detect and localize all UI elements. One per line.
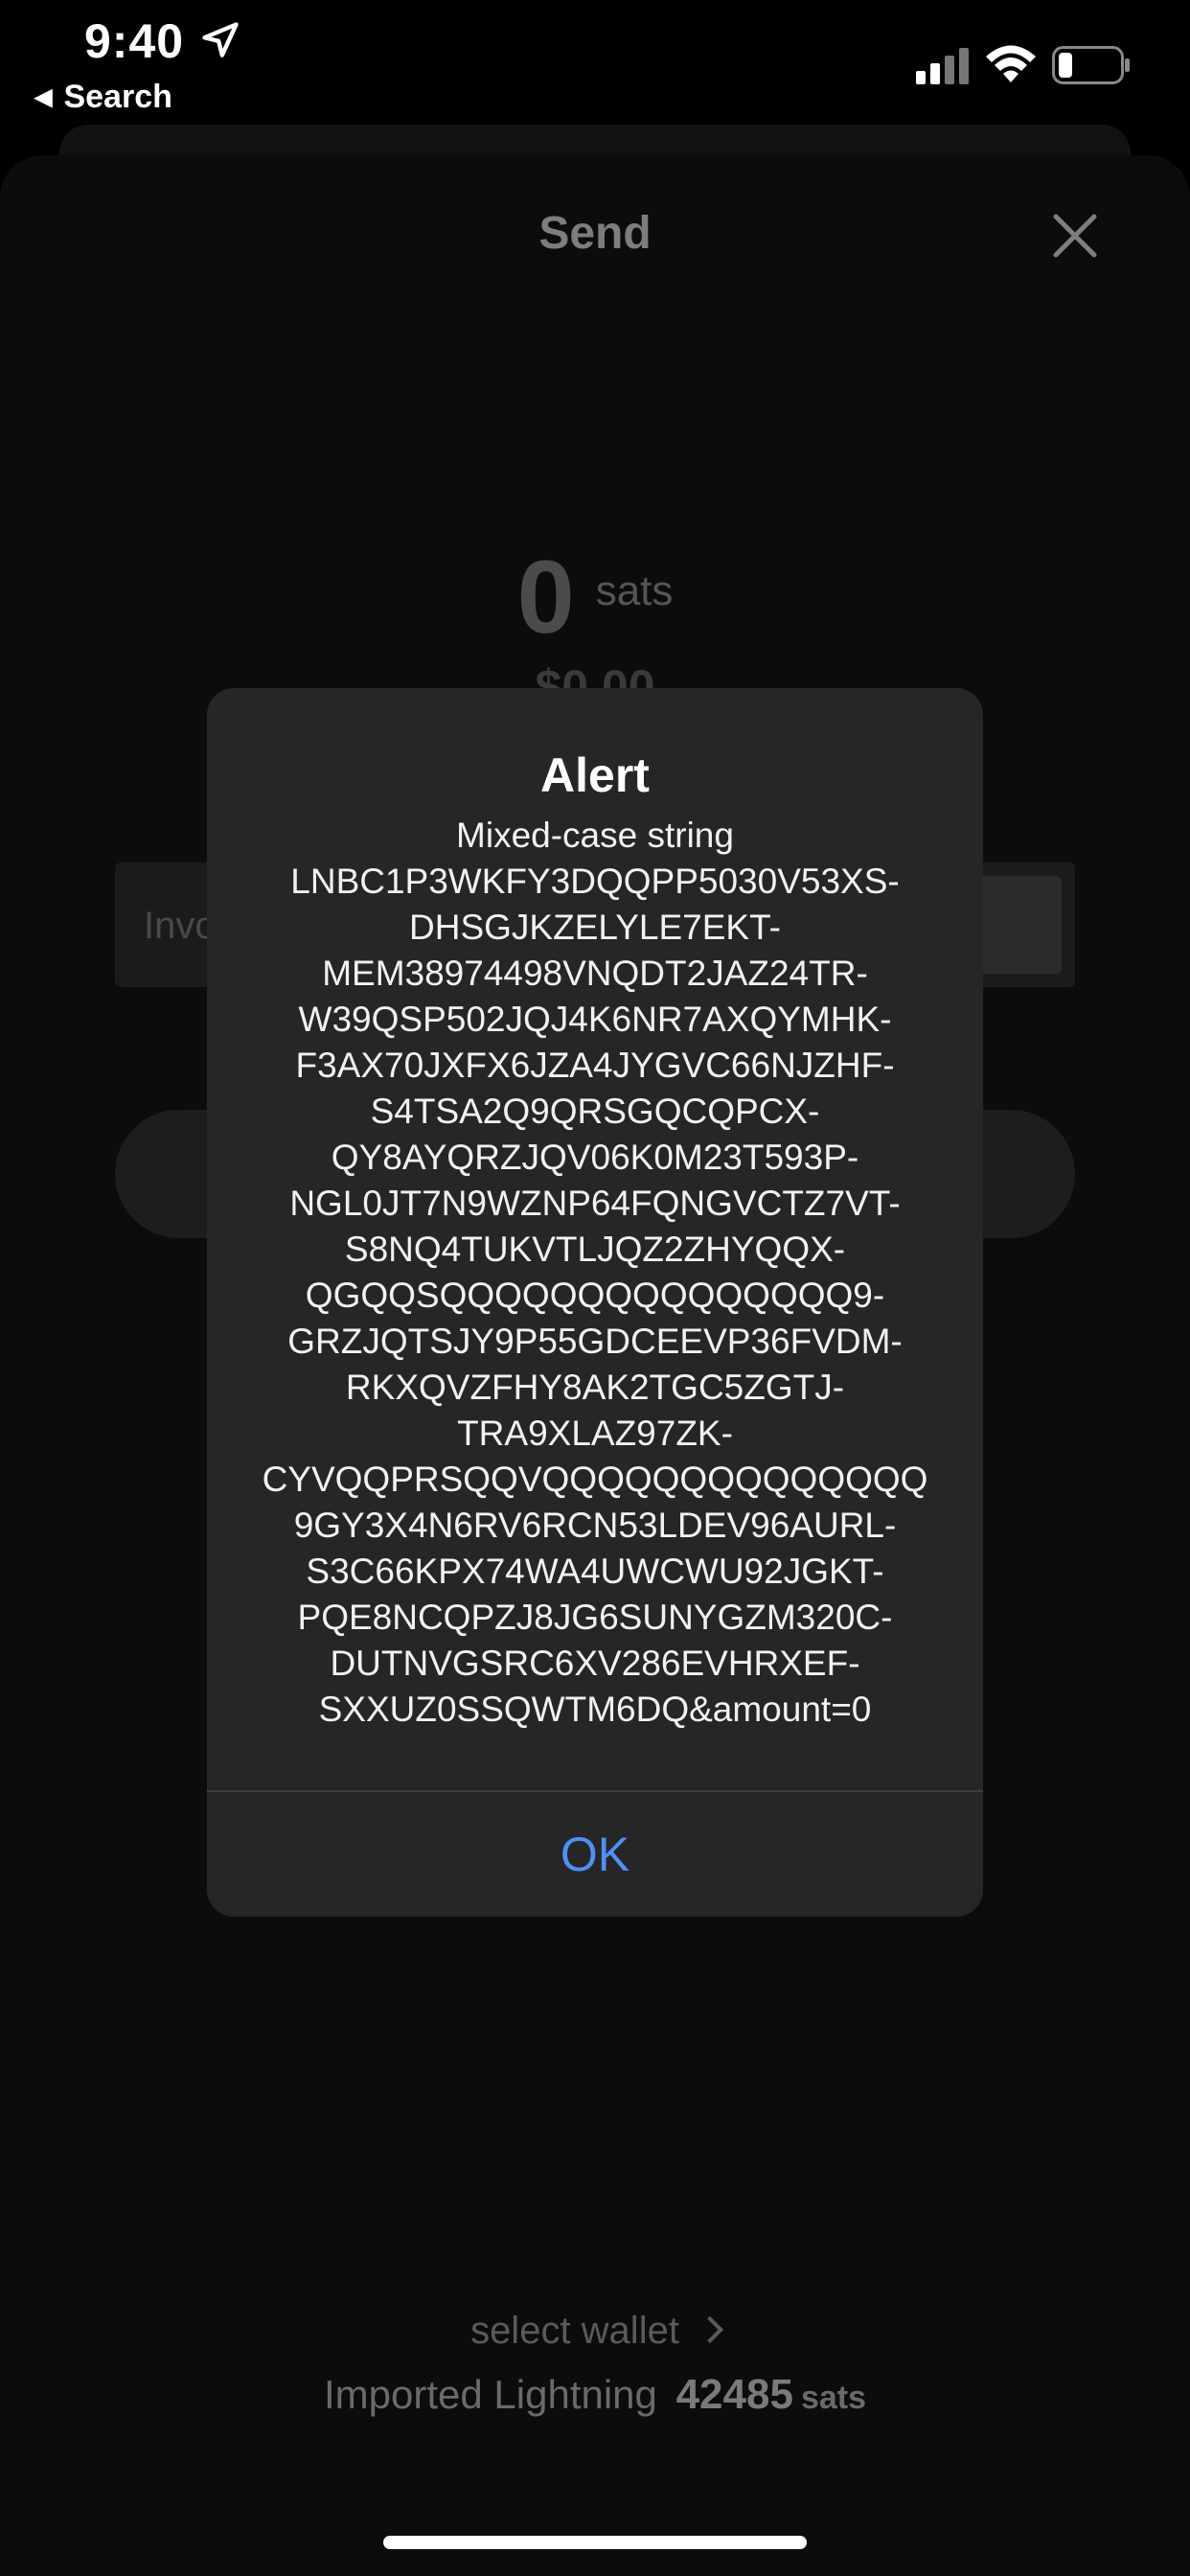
wallet-balance: 42485 [675,2371,793,2418]
alert-message-line: Mixed-case string [456,816,734,855]
page-title: Send [538,208,652,259]
wallet-info: Imported Lightning 42485 sats [0,2371,1190,2419]
alert-message-line: PQE8NCQPZJ8JG6SUNYGZM320C- [297,1598,893,1637]
alert-message-line: DUTNVGSRC6XV286EVHRXEF- [330,1644,860,1683]
battery-icon [1052,46,1130,84]
alert-message-line: S3C66KPX74WA4UWCWU92JGKT- [306,1552,884,1591]
close-icon[interactable] [1050,211,1100,261]
alert-message-line: F3AX70JXFX6JZA4JYGVC66NJZHF- [295,1046,895,1085]
alert-message-line: 9GY3X4N6RV6RCN53LDEV96AURL- [293,1506,897,1545]
alert-dialog: Alert Mixed-case string LNBC1P3WKFY3DQQP… [207,688,983,1917]
alert-message-line: QY8AYQRZJQV06K0M23T593P- [331,1138,859,1177]
alert-message-line: CYVQQPRSQQVQQQQQQQQQQQQQQ [262,1460,928,1499]
alert-message-line: DHSGJKZELYLE7EKT- [409,908,781,947]
alert-message-line: NGL0JT7N9WZNP64FQNGVCTZ7VT- [289,1184,901,1223]
wifi-icon [986,45,1036,82]
back-search-label: Search [63,79,172,115]
wallet-balance-unit: sats [800,2380,866,2416]
alert-title: Alert [540,748,650,802]
back-triangle-icon: ◀ [34,84,53,110]
alert-message-line: S4TSA2Q9QRSGQCQPCX- [370,1092,820,1131]
select-wallet-link[interactable]: select wallet [0,2310,1190,2353]
alert-message-line: SXXUZ0SSQWTM6DQ&amount=0 [318,1690,872,1729]
status-time: 9:40 [84,14,185,68]
alert-message-line: RKXQVZFHY8AK2TGC5ZGTJ- [345,1368,845,1407]
ok-button[interactable]: OK [207,1792,983,1917]
alert-message-line: W39QSP502JQJ4K6NR7AXQYMHK- [298,1000,892,1039]
alert-message-line: TRA9XLAZ97ZK- [457,1414,733,1453]
alert-message-line: LNBC1P3WKFY3DQQPP5030V53XS- [290,862,900,901]
alert-message-line: MEM38974498VNQDT2JAZ24TR- [322,954,868,993]
amount-value: 0 [516,539,575,655]
home-indicator[interactable] [383,2536,807,2549]
amount-display[interactable]: 0 sats [0,537,1190,656]
alert-message-line: GRZJQTSJY9P55GDCEEVP36FVDM- [287,1322,903,1361]
alert-message-line: S8NQ4TUKVTLJQZ2ZHYQQX- [344,1230,846,1269]
alert-message: Mixed-case string LNBC1P3WKFY3DQQPP5030V… [236,813,954,1733]
wallet-name: Imported Lightning [324,2372,657,2417]
cellular-signal-icon [916,48,969,84]
back-to-search-link[interactable]: ◀ Search [34,79,172,116]
chevron-right-icon [696,2315,724,2344]
select-wallet-label: select wallet [470,2310,679,2352]
alert-message-line: QGQQSQQQQQQQQQQQQQQQ9- [305,1276,885,1315]
location-arrow-icon [202,22,239,58]
status-bar: 9:40 ◀ Search [0,0,1190,125]
amount-unit: sats [595,566,674,614]
